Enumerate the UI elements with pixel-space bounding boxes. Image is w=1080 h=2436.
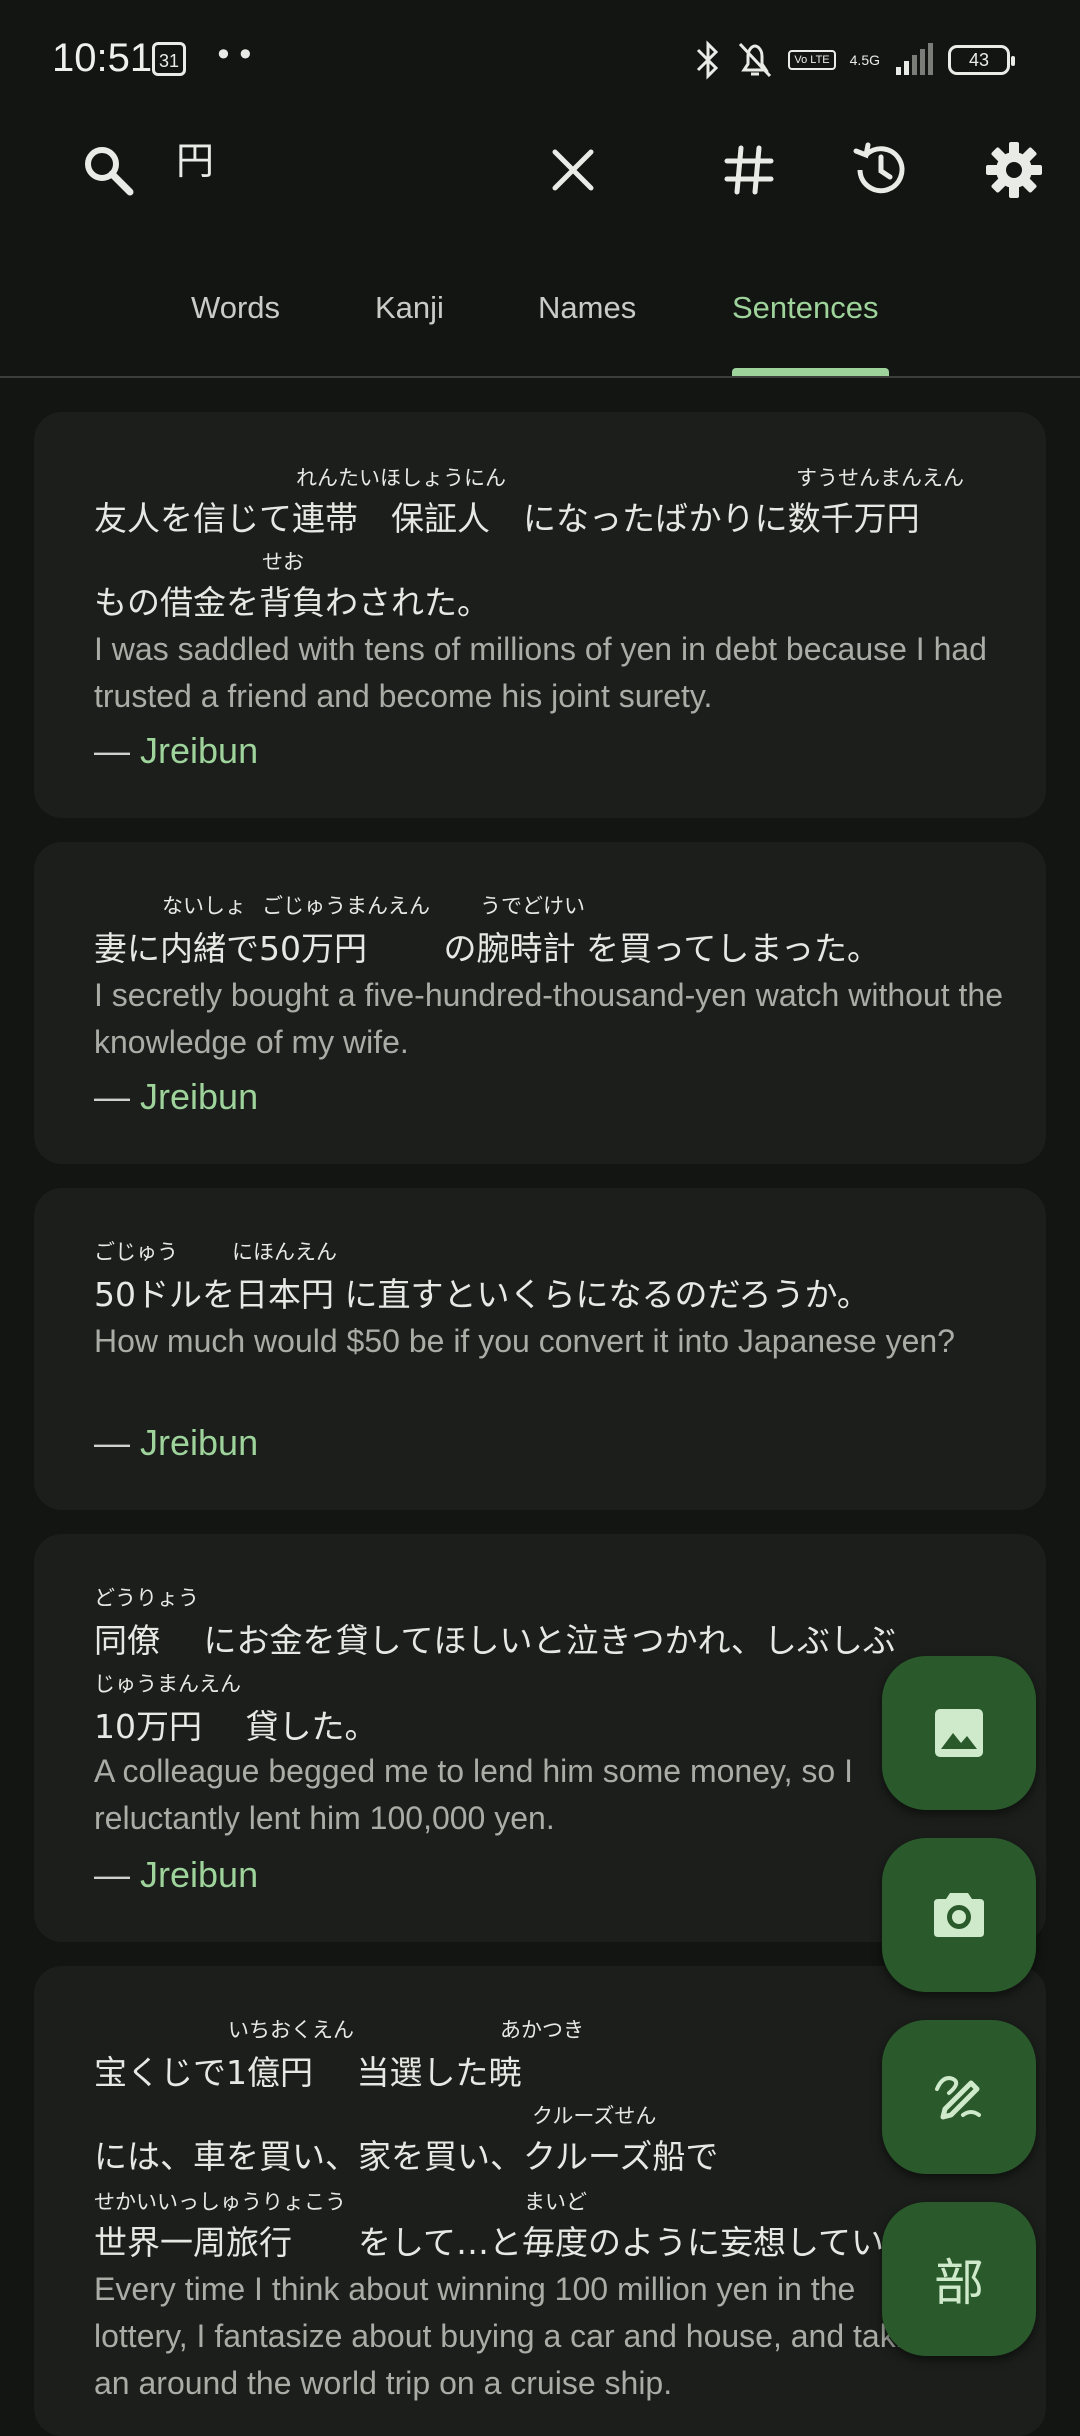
english-translation: A colleague begged me to lend him some m… [94,1753,853,1836]
furigana: クルーズせん [532,2104,657,2128]
camera-ocr-button[interactable] [882,1838,1036,1992]
furigana: れんたいほしょうにん [296,466,506,490]
furigana: いちおくえん [228,2018,354,2042]
source-attribution: — Jreibun [94,1422,259,1463]
clock: 10:51 [52,36,153,80]
english-translation: I secretly bought a five-hundred-thousan… [94,977,1003,1060]
furigana: せお [262,550,304,574]
tab-words[interactable]: Words [191,290,280,326]
japanese-sentence-line: 妻に内緒で50万円 の腕時計 を買ってしまった。 [94,929,881,968]
furigana: まいど [524,2190,587,2214]
source-link[interactable]: Jreibun [140,1854,258,1895]
japanese-sentence-line: 友人を信じて連帯 保証人 になったばかりに数千万円 [94,499,920,538]
furigana: せかいいっしゅうりょこう [94,2190,346,2214]
sentence-card[interactable]: ごじゅう にほんえん 50ドルを日本円 に直すといくらになるのだろうか。 How… [34,1188,1046,1510]
japanese-sentence-line: もの借金を背負わされた。 [94,583,490,622]
history-icon[interactable] [849,138,913,202]
japanese-sentence-line: 宝くじで1億円 当選した暁 [94,2053,522,2092]
english-translation: Every time I think about winning 100 mil… [94,2271,939,2401]
calendar-icon: 31 [152,42,186,76]
settings-gear-icon[interactable] [982,138,1046,202]
japanese-sentence-line: 同僚 にお金を貸してほしいと泣きつかれ、しぶしぶ [94,1621,896,1660]
furigana: すうせんまんえん [796,466,964,490]
handwriting-button[interactable] [882,2020,1036,2174]
source-link[interactable]: Jreibun [140,1076,258,1117]
search-icon[interactable] [76,138,140,202]
furigana: ごじゅう [94,1240,178,1264]
tab-bar: Words Kanji Names Sentences [0,280,1080,378]
source-attribution: — Jreibun [94,1854,259,1895]
source-link[interactable]: Jreibun [140,730,258,771]
english-translation: How much would $50 be if you convert it … [94,1323,955,1359]
japanese-sentence-line: 世界一周旅行 をして…と毎度のように妄想してい [94,2223,885,2262]
tab-indicator [732,368,889,376]
sentence-card[interactable]: ないしょ ごじゅうまんえん うでどけい 妻に内緒で50万円 の腕時計 を買ってし… [34,842,1046,1164]
signal-icon [896,43,933,75]
clear-icon[interactable] [541,138,605,202]
furigana: あかつき [500,2018,584,2042]
more-notifications-icon: •• [214,36,258,74]
furigana: うでどけい [480,894,585,918]
draw-icon [935,2076,981,2120]
camera-icon [934,1893,984,1937]
furigana: ごじゅうまんえん [262,894,430,918]
bluetooth-icon [697,40,719,80]
source-attribution: — Jreibun [94,1076,259,1117]
search-input[interactable]: 円 [176,130,214,185]
english-translation: I was saddled with tens of millions of y… [94,631,987,714]
japanese-sentence-line: 10万円 貸した。 [94,1707,378,1746]
furigana: どうりょう [94,1586,199,1610]
japanese-sentence-line: には、車を買い、家を買い、クルーズ船で [94,2137,719,2176]
mute-bell-icon [739,42,772,78]
status-icons: Vo LTE 4.5G 43 [694,36,1015,84]
radical-label: 部 [934,2254,984,2312]
image-icon [935,1709,983,1757]
tab-sentences[interactable]: Sentences [732,290,879,326]
tab-kanji[interactable]: Kanji [375,290,444,326]
sentence-card[interactable]: れんたいほしょうにん すうせんまんえん 友人を信じて連帯 保証人 になったばかり… [34,412,1046,818]
radical-search-button[interactable]: 部 [882,2202,1036,2356]
network-type: 4.5G [849,52,880,68]
hashtag-icon[interactable] [717,138,781,202]
tab-names[interactable]: Names [538,290,636,326]
furigana: ないしょ [162,894,246,918]
volte-icon: Vo LTE [788,50,836,70]
japanese-sentence-line: 50ドルを日本円 に直すといくらになるのだろうか。 [94,1275,870,1314]
search-bar: 円 [0,120,1080,220]
battery-icon: 43 [948,45,1015,75]
source-link[interactable]: Jreibun [140,1422,258,1463]
source-attribution: — Jreibun [94,730,259,771]
image-search-button[interactable] [882,1656,1036,1810]
furigana: にほんえん [232,1240,337,1264]
status-bar: 10:51 31 •• Vo LTE 4.5G 43 [0,0,1080,120]
furigana: じゅうまんえん [94,1672,241,1696]
